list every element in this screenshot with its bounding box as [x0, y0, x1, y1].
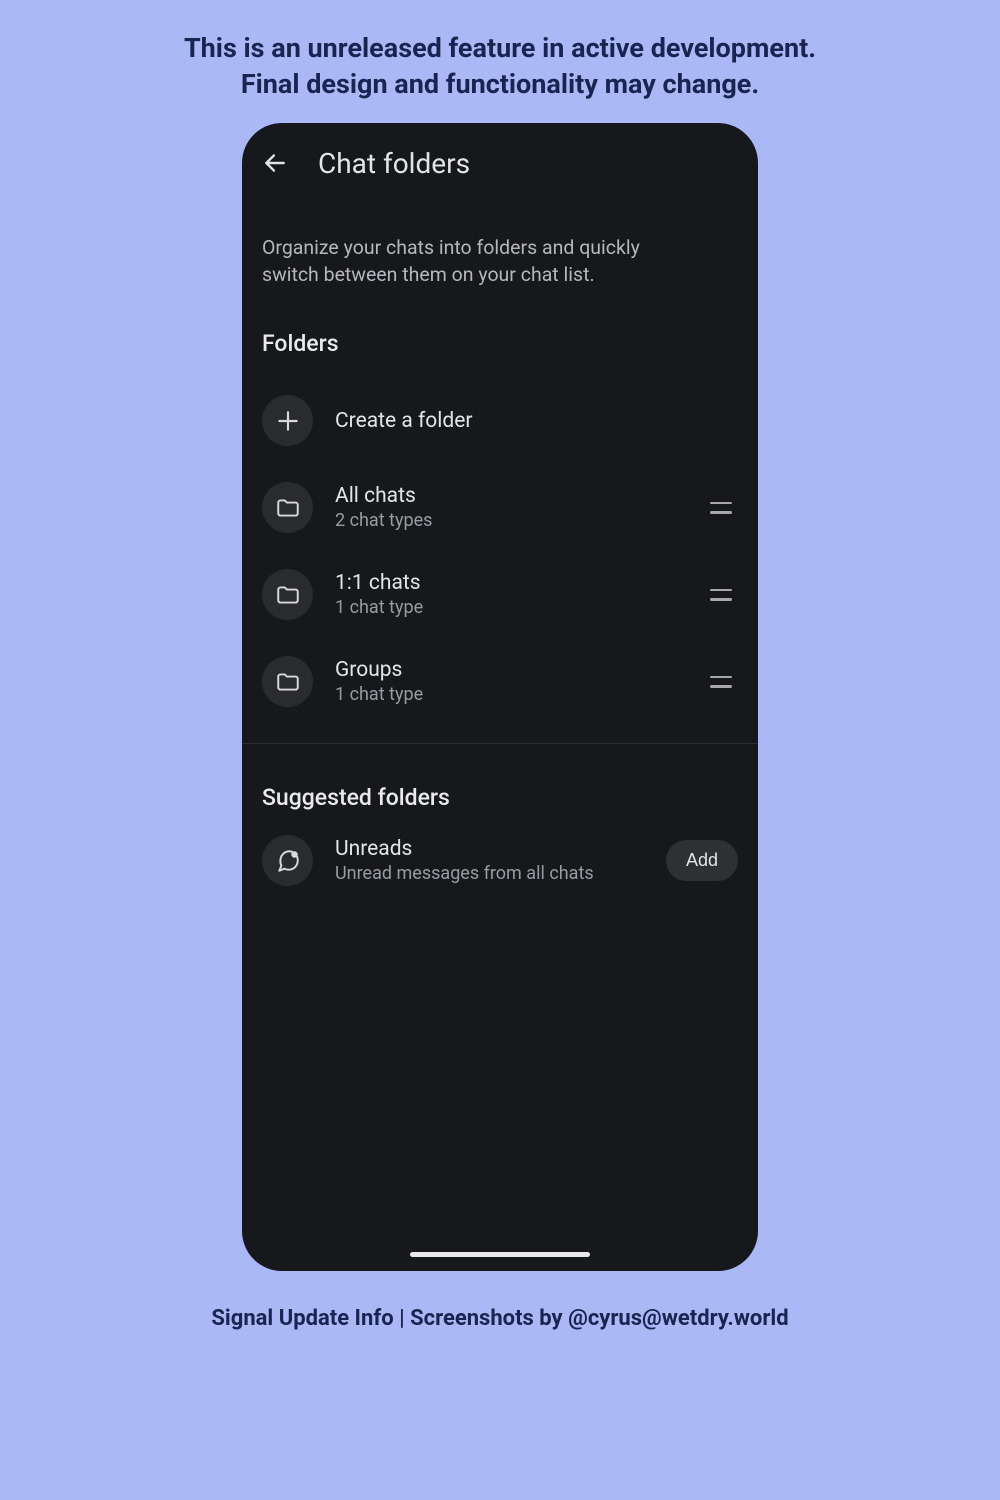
- folder-subtitle: 1 chat type: [335, 597, 688, 618]
- disclaimer-line2: Final design and functionality may chang…: [184, 66, 816, 102]
- chat-unread-icon: [275, 848, 301, 874]
- folder-icon-wrap: [262, 482, 313, 533]
- folder-icon: [275, 669, 301, 695]
- disclaimer-banner: This is an unreleased feature in active …: [184, 0, 816, 103]
- folders-section-title: Folders: [262, 330, 738, 357]
- suggested-name: Unreads: [335, 837, 644, 861]
- credit-footer: Signal Update Info | Screenshots by @cyr…: [211, 1306, 788, 1331]
- description-text: Organize your chats into folders and qui…: [262, 234, 738, 289]
- suggested-row-unreads: Unreads Unread messages from all chats A…: [262, 811, 738, 910]
- content-area: Organize your chats into folders and qui…: [242, 194, 758, 1271]
- folder-row-groups[interactable]: Groups 1 chat type: [262, 638, 738, 725]
- back-arrow-icon[interactable]: [262, 150, 288, 176]
- folder-icon: [275, 495, 301, 521]
- plus-icon-wrap: [262, 395, 313, 446]
- folder-subtitle: 1 chat type: [335, 684, 688, 705]
- plus-icon: [275, 408, 301, 434]
- folder-row-all-chats[interactable]: All chats 2 chat types: [262, 464, 738, 551]
- home-indicator[interactable]: [410, 1252, 590, 1257]
- folder-row-1to1[interactable]: 1:1 chats 1 chat type: [262, 551, 738, 638]
- app-bar: Chat folders: [242, 123, 758, 194]
- phone-frame: Chat folders Organize your chats into fo…: [242, 123, 758, 1271]
- folder-icon-wrap: [262, 569, 313, 620]
- disclaimer-line1: This is an unreleased feature in active …: [184, 30, 816, 66]
- folder-name: 1:1 chats: [335, 571, 688, 595]
- page-title: Chat folders: [318, 147, 470, 180]
- folder-icon-wrap: [262, 656, 313, 707]
- create-folder-label: Create a folder: [335, 409, 738, 433]
- create-folder-row[interactable]: Create a folder: [262, 377, 738, 464]
- folder-name: All chats: [335, 484, 688, 508]
- drag-handle-icon[interactable]: [710, 589, 732, 601]
- add-button[interactable]: Add: [666, 840, 738, 881]
- suggested-section-title: Suggested folders: [262, 784, 738, 811]
- folder-subtitle: 2 chat types: [335, 510, 688, 531]
- folder-icon: [275, 582, 301, 608]
- drag-handle-icon[interactable]: [710, 676, 732, 688]
- drag-handle-icon[interactable]: [710, 502, 732, 514]
- chat-unread-icon-wrap: [262, 835, 313, 886]
- folder-name: Groups: [335, 658, 688, 682]
- section-divider: [242, 743, 758, 744]
- suggested-subtitle: Unread messages from all chats: [335, 863, 644, 884]
